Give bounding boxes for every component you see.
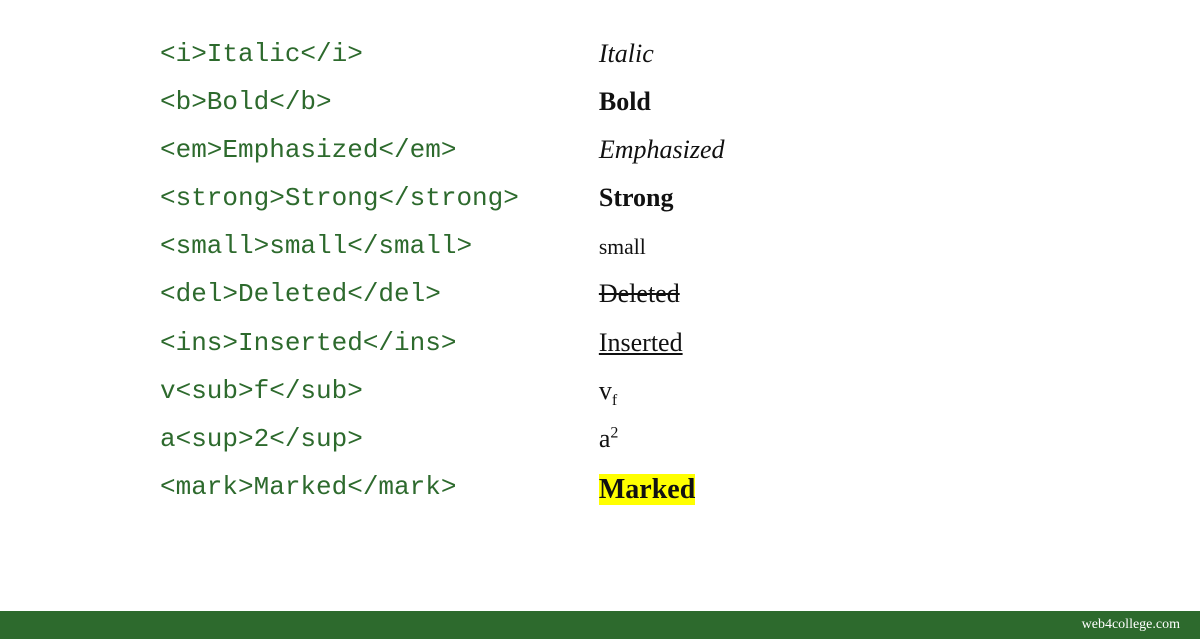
code-line-em: <em>Emphasized</em> <box>160 126 519 174</box>
result-del: Deleted <box>599 270 725 318</box>
result-mark-wrapper: Marked <box>599 464 725 516</box>
result-small: small <box>599 235 646 259</box>
code-line-ins: <ins>Inserted</ins> <box>160 319 519 367</box>
code-line-sub: v<sub>f</sub> <box>160 367 519 415</box>
code-line-del: <del>Deleted</del> <box>160 270 519 318</box>
code-line-sup: a<sup>2</sup> <box>160 415 519 463</box>
result-small-wrapper: small <box>599 222 725 270</box>
footer-text: web4college.com <box>1082 617 1180 633</box>
code-line-strong: <strong>Strong</strong> <box>160 174 519 222</box>
code-line-italic: <i>Italic</i> <box>160 30 519 78</box>
footer-bar: web4college.com <box>0 611 1200 639</box>
code-line-bold: <b>Bold</b> <box>160 78 519 126</box>
code-line-small: <small>small</small> <box>160 222 519 270</box>
result-mark: Marked <box>599 474 695 505</box>
result-italic: Italic <box>599 30 725 78</box>
result-sup: a2 <box>599 415 725 463</box>
result-column: Italic Bold Emphasized Strong small Dele… <box>599 30 725 515</box>
result-em: Emphasized <box>599 126 725 174</box>
result-sub: vf <box>599 367 725 416</box>
result-ins: Inserted <box>599 319 725 367</box>
result-strong: Strong <box>599 174 725 222</box>
main-content: <i>Italic</i> <b>Bold</b> <em>Emphasized… <box>0 0 1200 545</box>
result-bold: Bold <box>599 78 725 126</box>
code-column: <i>Italic</i> <b>Bold</b> <em>Emphasized… <box>160 30 519 511</box>
code-line-mark: <mark>Marked</mark> <box>160 463 519 511</box>
